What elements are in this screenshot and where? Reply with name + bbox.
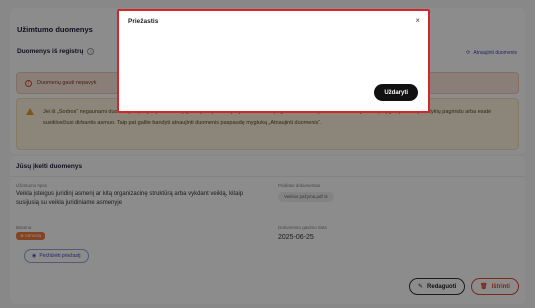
modal-title: Priežastis [128,18,159,25]
reason-modal: Priežastis × Uždaryti [117,9,430,113]
close-button[interactable]: Uždaryti [374,84,418,101]
close-icon[interactable]: × [415,16,420,25]
